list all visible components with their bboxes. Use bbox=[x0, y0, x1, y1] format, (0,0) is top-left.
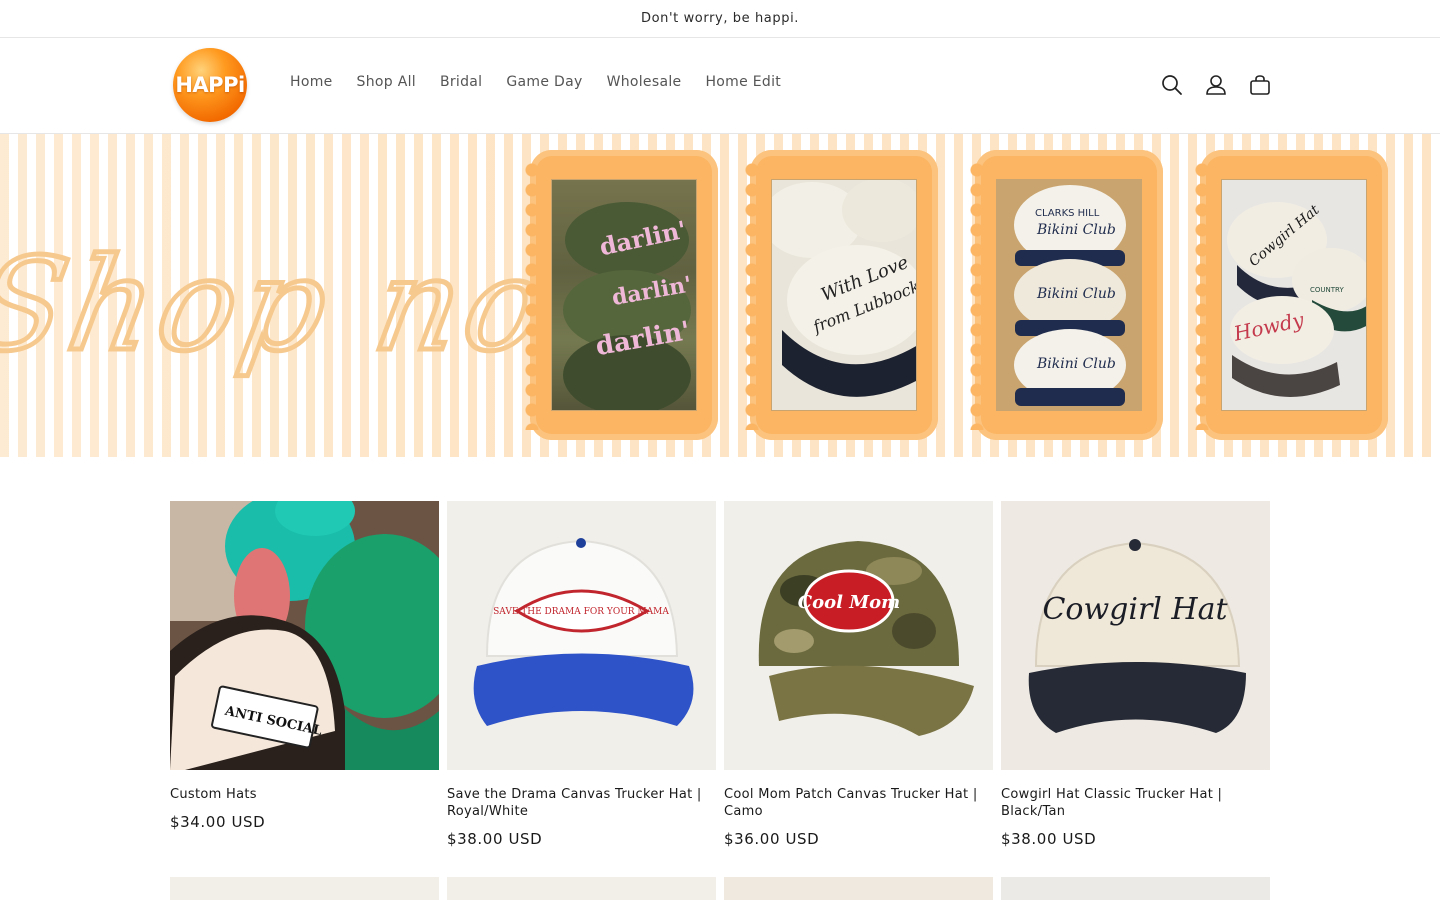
hero-headline-text: Shop now bbox=[0, 231, 530, 380]
product-card[interactable]: Cool Mom Cool Mom Patch Canvas Trucker H… bbox=[724, 501, 993, 848]
nav-game-day[interactable]: Game Day bbox=[494, 74, 594, 90]
nav-shop-all[interactable]: Shop All bbox=[345, 74, 428, 90]
product-card[interactable]: ANTI SOCIAL Custom Hats $34.00 USD bbox=[170, 501, 439, 831]
account-button[interactable] bbox=[1194, 63, 1238, 107]
hero-frame-1: darlin' darlin' darlin' bbox=[524, 150, 724, 440]
hero-photo-cowgirl: Cowgirl Hat Howdy COUNTRY bbox=[1221, 179, 1367, 411]
product-title[interactable]: Custom Hats bbox=[170, 786, 439, 803]
store-logo[interactable]: HAPPi bbox=[173, 48, 247, 122]
product-card[interactable]: SAVE THE DRAMA FOR YOUR MAMA Save the Dr… bbox=[447, 501, 716, 848]
hero-frame-4: Cowgirl Hat Howdy COUNTRY bbox=[1194, 150, 1394, 440]
hero-frame-3: CLARKS HILL Bikini Club Bikini Club Biki… bbox=[969, 150, 1169, 440]
product-title[interactable]: Cowgirl Hat Classic Trucker Hat | Black/… bbox=[1001, 786, 1270, 820]
hero-photo-text-8: Bikini Club bbox=[1036, 286, 1116, 302]
product-image-custom-hats[interactable]: ANTI SOCIAL bbox=[170, 501, 439, 770]
product-image-next-row[interactable] bbox=[170, 877, 439, 900]
logo-wordmark: HAPPi bbox=[175, 73, 245, 97]
hero-photo-text-9: Bikini Club bbox=[1036, 356, 1116, 372]
product-image-cool-mom[interactable]: Cool Mom bbox=[724, 501, 993, 770]
nav-wholesale[interactable]: Wholesale bbox=[595, 74, 694, 90]
product-patch-text-3: Cool Mom bbox=[798, 592, 900, 613]
hero-photo-lubbock: With Love from Lubbock bbox=[771, 179, 917, 411]
product-price: $36.00 USD bbox=[724, 830, 820, 848]
search-icon bbox=[1162, 75, 1182, 95]
hero-photo-text-6: CLARKS HILL bbox=[1035, 208, 1100, 219]
nav-home-edit[interactable]: Home Edit bbox=[693, 74, 793, 90]
hero-banner[interactable]: Shop now darlin' darlin' darlin' With Lo bbox=[0, 134, 1440, 457]
product-image-save-the-drama[interactable]: SAVE THE DRAMA FOR YOUR MAMA bbox=[447, 501, 716, 770]
header-icons bbox=[1150, 63, 1282, 107]
product-price: $34.00 USD bbox=[170, 813, 266, 831]
product-price: $38.00 USD bbox=[447, 830, 543, 848]
account-icon bbox=[1206, 75, 1226, 95]
hero-headline: Shop now bbox=[0, 228, 530, 382]
site-header: HAPPi Home Shop All Bridal Game Day Whol… bbox=[0, 38, 1440, 134]
product-image-cowgirl-hat[interactable]: Cowgirl Hat bbox=[1001, 501, 1270, 770]
cart-icon bbox=[1250, 75, 1270, 95]
nav-home[interactable]: Home bbox=[278, 74, 345, 90]
product-title[interactable]: Save the Drama Canvas Trucker Hat | Roya… bbox=[447, 786, 716, 820]
product-price: $38.00 USD bbox=[1001, 830, 1097, 848]
product-image-next-row[interactable] bbox=[447, 877, 716, 900]
product-image-next-row[interactable] bbox=[1001, 877, 1270, 900]
hero-frame-2: With Love from Lubbock bbox=[744, 150, 944, 440]
product-image-next-row[interactable] bbox=[724, 877, 993, 900]
hero-photo-clarks-hill: CLARKS HILL Bikini Club Bikini Club Biki… bbox=[996, 179, 1142, 411]
cart-button[interactable] bbox=[1238, 63, 1282, 107]
main-nav: Home Shop All Bridal Game Day Wholesale … bbox=[278, 74, 793, 90]
product-patch-text-2: SAVE THE DRAMA FOR YOUR MAMA bbox=[493, 607, 669, 617]
announcement-bar: Don't worry, be happi. bbox=[0, 0, 1440, 38]
nav-bridal[interactable]: Bridal bbox=[428, 74, 494, 90]
search-button[interactable] bbox=[1150, 63, 1194, 107]
product-patch-text-4: Cowgirl Hat bbox=[1042, 592, 1228, 627]
hero-photo-text-12: COUNTRY bbox=[1310, 286, 1344, 294]
product-title[interactable]: Cool Mom Patch Canvas Trucker Hat | Camo bbox=[724, 786, 993, 820]
announcement-text: Don't worry, be happi. bbox=[640, 11, 800, 26]
hero-photo-darlin: darlin' darlin' darlin' bbox=[551, 179, 697, 411]
hero-photo-text-7: Bikini Club bbox=[1036, 222, 1116, 238]
product-card[interactable]: Cowgirl Hat Cowgirl Hat Classic Trucker … bbox=[1001, 501, 1270, 848]
